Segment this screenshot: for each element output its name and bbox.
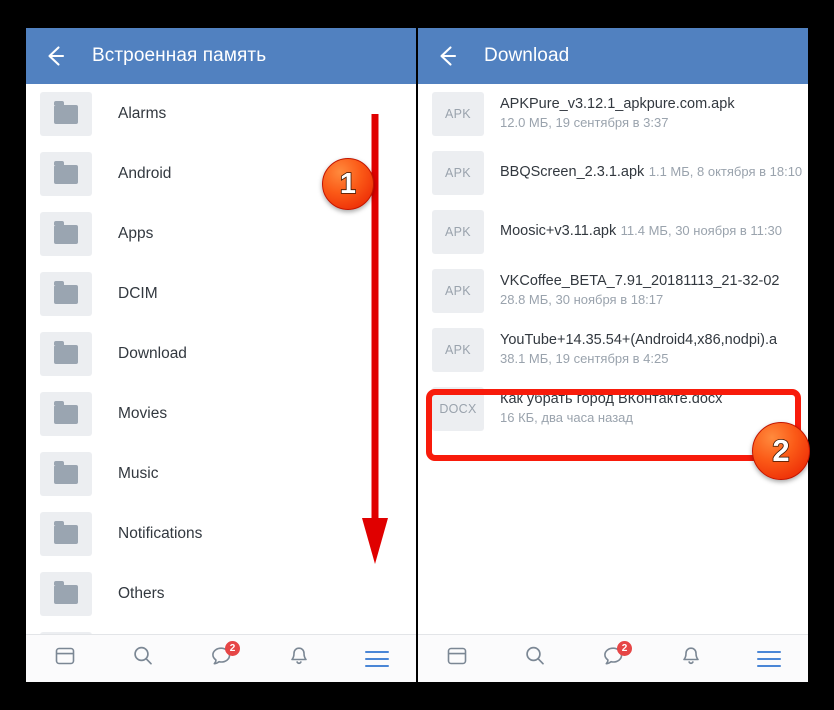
messages-badge: 2 (617, 640, 632, 656)
file-subtitle: 16 КБ, два часа назад (500, 410, 633, 425)
file-type-icon: APK (432, 209, 484, 254)
folder-label: DCIM (118, 285, 158, 302)
folder-icon (40, 332, 92, 376)
bell-icon (679, 644, 703, 673)
folder-icon (40, 272, 92, 316)
bottom-nav-left: 2 (26, 634, 416, 682)
search-icon (523, 644, 547, 673)
messages-badge: 2 (225, 640, 240, 656)
list-item[interactable]: Apps (26, 204, 416, 264)
file-subtitle: 1.1 МБ, 8 октября в 18:10 (648, 164, 803, 179)
list-item[interactable]: Alarms (26, 84, 416, 144)
nav-menu[interactable] (741, 639, 797, 679)
file-name: Moosic+v3.11.apk (500, 223, 617, 239)
hamburger-menu-icon (365, 650, 389, 668)
file-type-icon: APK (432, 150, 484, 195)
folder-label: Others (118, 585, 165, 602)
nav-messages[interactable]: 2 (585, 639, 641, 679)
file-type-icon: APK (432, 91, 484, 136)
folder-label: Download (118, 345, 187, 362)
right-phone-screen: Download APK APKPure_v3.12.1_apkpure.com… (418, 28, 808, 682)
folder-label: Movies (118, 405, 168, 422)
nav-notifications[interactable] (271, 639, 327, 679)
folder-label: Apps (118, 225, 154, 242)
folder-icon (40, 152, 92, 196)
list-item[interactable]: Music (26, 444, 416, 504)
left-appbar-title: Встроенная память (92, 45, 267, 66)
file-list[interactable]: APK APKPure_v3.12.1_apkpure.com.apk 12.0… (418, 84, 808, 634)
back-arrow-icon[interactable] (42, 43, 68, 69)
bell-icon (287, 644, 311, 673)
table-row[interactable]: APK APKPure_v3.12.1_apkpure.com.apk 12.0… (418, 84, 808, 143)
nav-notifications[interactable] (663, 639, 719, 679)
file-type-icon: DOCX (432, 386, 484, 431)
list-item[interactable]: DCIM (26, 264, 416, 324)
folder-label: Music (118, 465, 159, 482)
list-item-partial[interactable] (26, 624, 416, 634)
list-item[interactable]: Download (26, 324, 416, 384)
feed-icon (53, 644, 77, 673)
table-row[interactable]: APK BBQScreen_2.3.1.apk 1.1 МБ, 8 октябр… (418, 143, 808, 202)
folder-label: Android (118, 165, 172, 182)
table-row[interactable]: APK VKCoffee_BETA_7.91_20181113_21-32-02… (418, 261, 808, 320)
file-type-icon: APK (432, 268, 484, 313)
table-row[interactable]: APK YouTube+14.35.54+(Android4,x86,nodpi… (418, 320, 808, 379)
file-subtitle: 38.1 МБ, 19 сентября в 4:25 (500, 351, 669, 366)
folder-label: Notifications (118, 525, 203, 542)
list-item[interactable]: Notifications (26, 504, 416, 564)
left-phone-screen: Встроенная память Alarms Android Apps DC… (26, 28, 416, 682)
folder-icon (40, 632, 92, 634)
nav-feed[interactable] (37, 639, 93, 679)
back-arrow-icon[interactable] (434, 43, 460, 69)
table-row[interactable]: APK Moosic+v3.11.apk 11.4 МБ, 30 ноября … (418, 202, 808, 261)
folder-icon (40, 572, 92, 616)
file-name: YouTube+14.35.54+(Android4,x86,nodpi).a (500, 332, 778, 348)
table-row-highlighted[interactable]: DOCX Как убрать город ВКонтакте.docx 16 … (418, 379, 808, 438)
file-name: BBQScreen_2.3.1.apk (500, 164, 645, 180)
file-subtitle: 11.4 МБ, 30 ноября в 11:30 (620, 223, 782, 238)
folder-icon (40, 452, 92, 496)
file-subtitle: 12.0 МБ, 19 сентября в 3:37 (500, 115, 669, 130)
folder-icon (40, 92, 92, 136)
folder-icon (40, 512, 92, 556)
nav-search[interactable] (115, 639, 171, 679)
folder-icon (40, 212, 92, 256)
folder-label: Alarms (118, 105, 167, 122)
nav-messages[interactable]: 2 (193, 639, 249, 679)
file-name: Как убрать город ВКонтакте.docx (500, 391, 723, 407)
step-badge-1: 1 (322, 158, 374, 210)
file-subtitle: 28.8 МБ, 30 ноября в 18:17 (500, 292, 664, 307)
nav-menu[interactable] (349, 639, 405, 679)
list-item[interactable]: Others (26, 564, 416, 624)
file-name: APKPure_v3.12.1_apkpure.com.apk (500, 96, 735, 112)
bottom-nav-right: 2 (418, 634, 808, 682)
left-appbar: Встроенная память (26, 28, 416, 84)
right-appbar: Download (418, 28, 808, 84)
feed-icon (445, 644, 469, 673)
hamburger-menu-icon (757, 650, 781, 668)
search-icon (131, 644, 155, 673)
file-name: VKCoffee_BETA_7.91_20181113_21-32-02 (500, 273, 780, 289)
nav-feed[interactable] (429, 639, 485, 679)
file-type-icon: APK (432, 327, 484, 372)
folder-icon (40, 392, 92, 436)
list-item[interactable]: Movies (26, 384, 416, 444)
nav-search[interactable] (507, 639, 563, 679)
right-appbar-title: Download (484, 45, 570, 66)
step-badge-2: 2 (752, 422, 810, 480)
